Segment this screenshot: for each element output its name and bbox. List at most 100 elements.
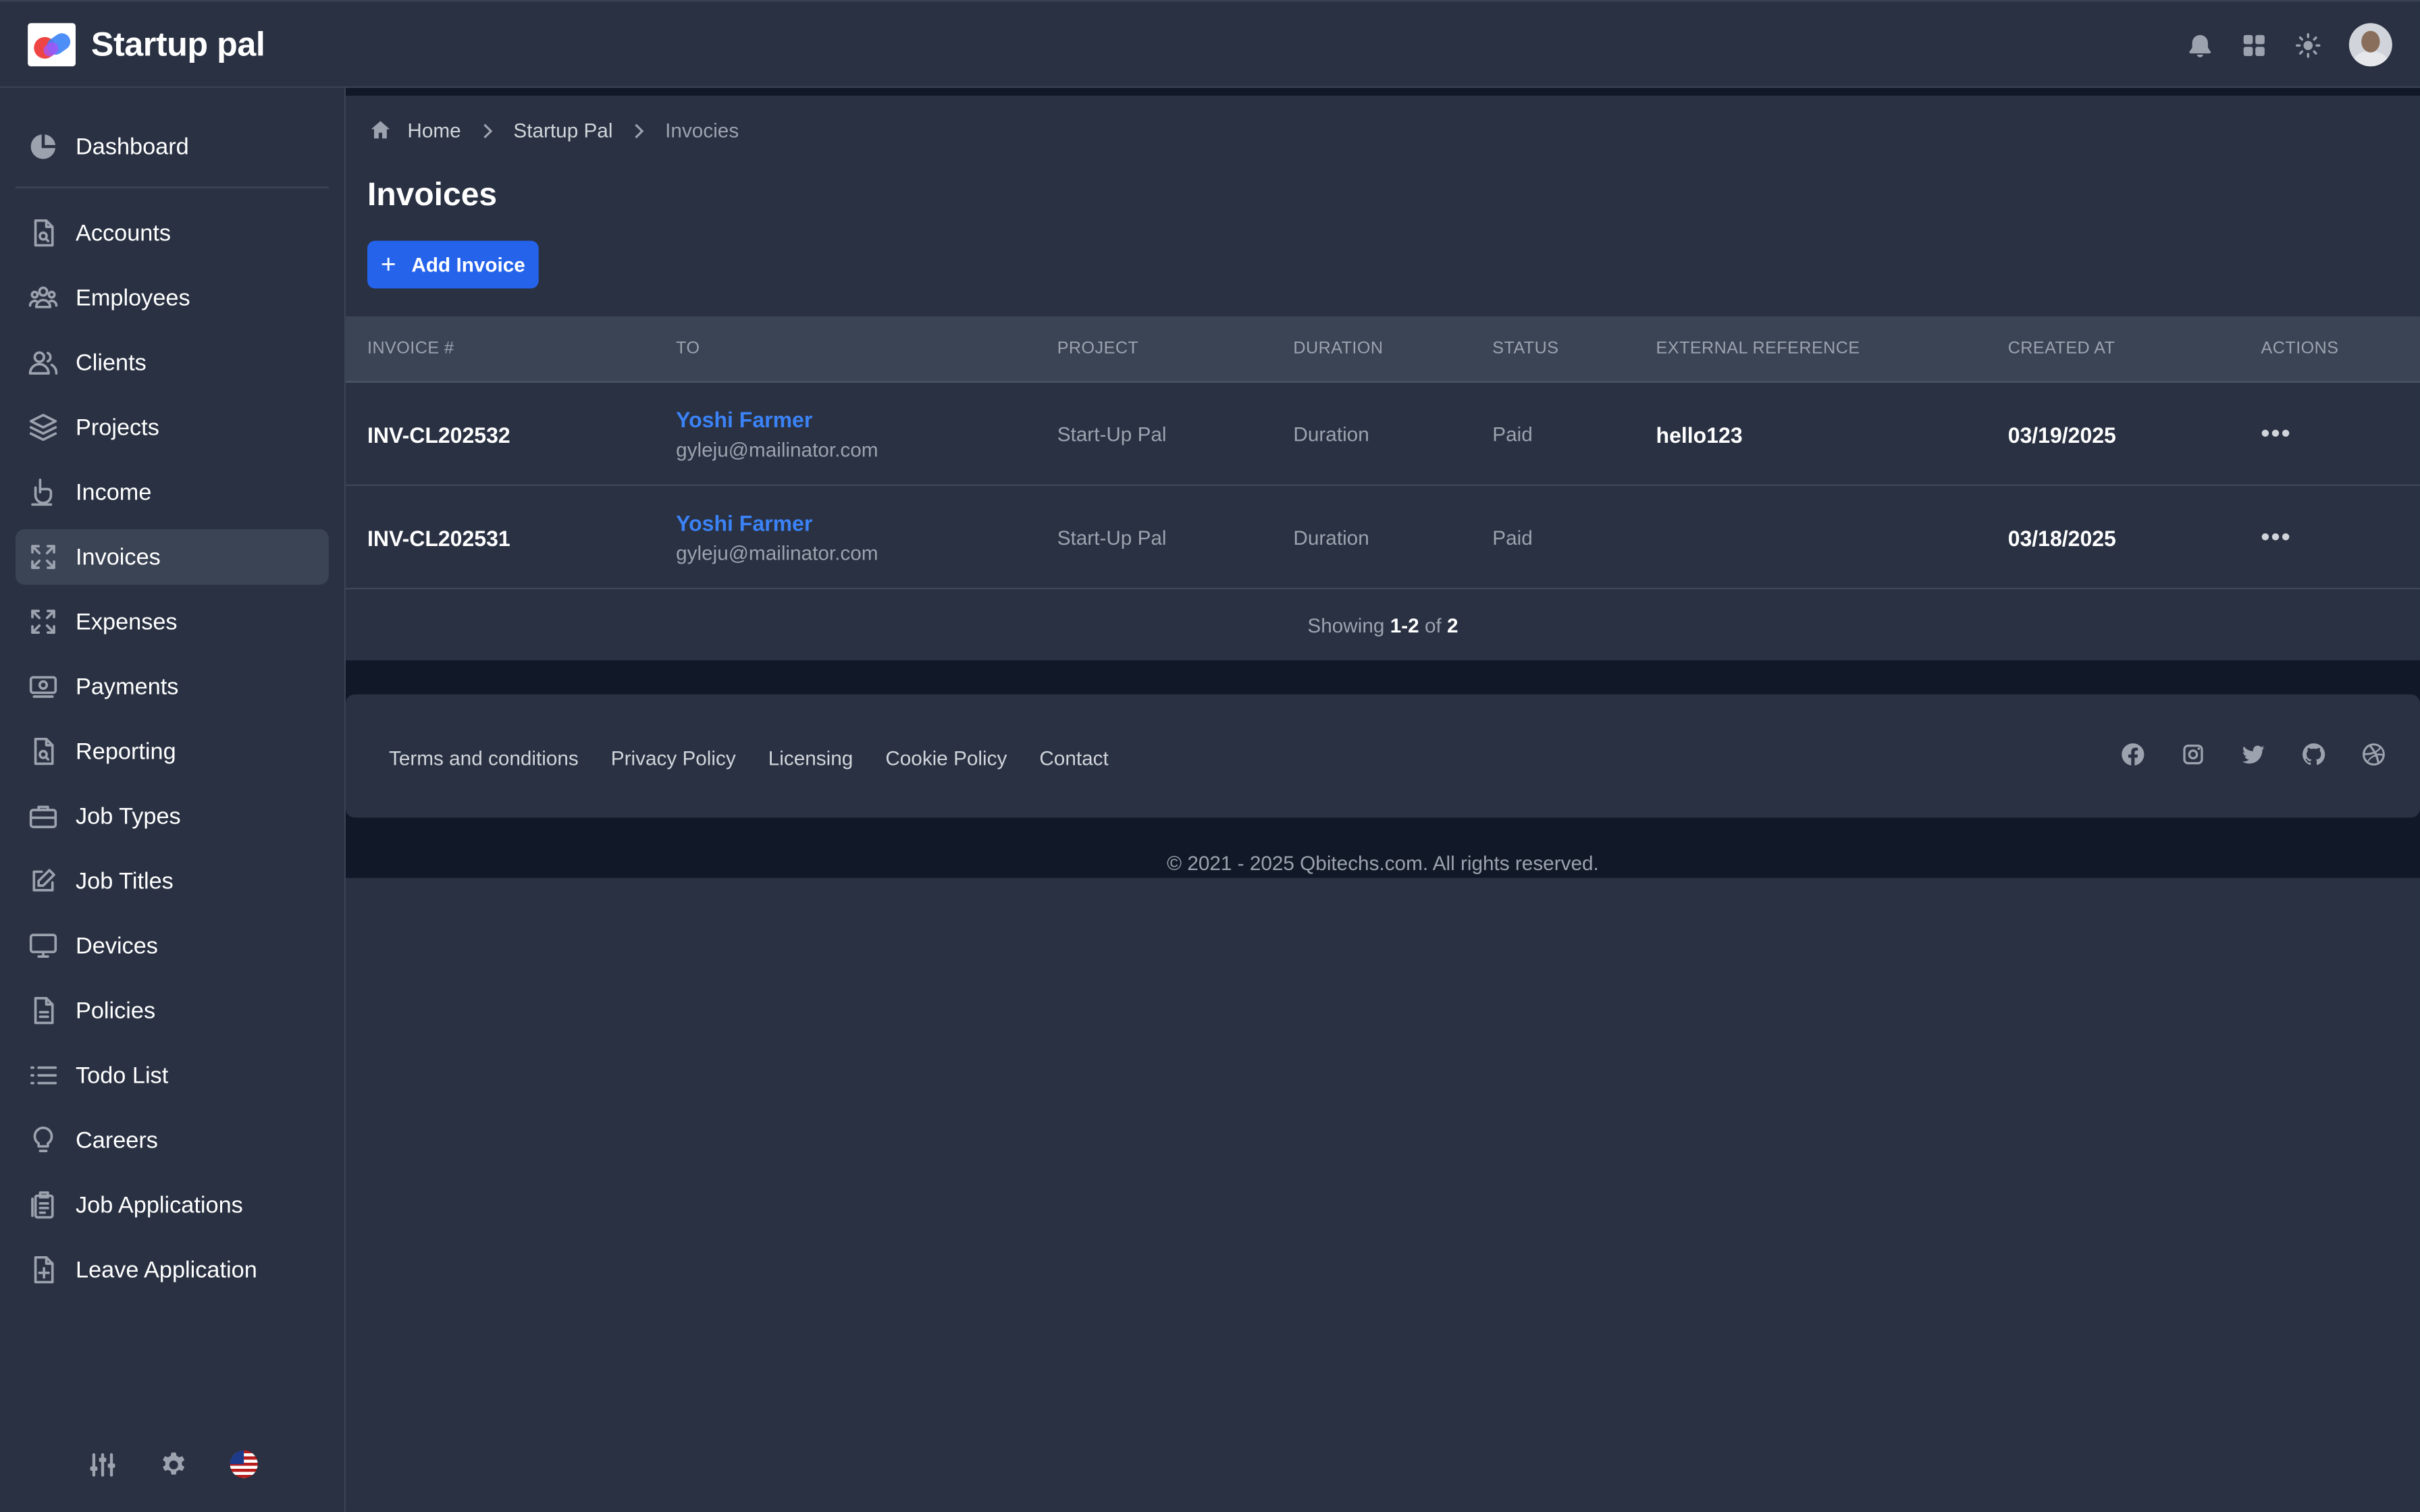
sidebar-item-policies[interactable]: Policies [16, 983, 329, 1038]
sidebar-item-job-applications[interactable]: Job Applications [16, 1177, 329, 1233]
invoice-number[interactable]: INV-CL202532 [367, 422, 510, 447]
document-search-icon [34, 219, 54, 247]
us-flag-icon[interactable] [227, 1447, 261, 1481]
client-email: gyleju@mailinator.com [676, 438, 878, 462]
column-header-status[interactable]: STATUS [1492, 340, 1558, 358]
pagination-summary: Showing 1-2 of 2 [1307, 614, 1458, 637]
social-links [2088, 742, 2390, 770]
user-avatar[interactable] [2348, 23, 2392, 67]
sliders-icon[interactable] [85, 1447, 119, 1481]
sidebar-item-leave-application[interactable]: Leave Application [16, 1242, 329, 1297]
cash-icon [29, 676, 57, 698]
sidebar-item-dashboard[interactable]: Dashboard [16, 119, 329, 174]
desktop-icon [29, 934, 57, 958]
status: Paid [1492, 423, 1533, 446]
gear-icon[interactable] [156, 1447, 190, 1481]
sidebar-item-reporting[interactable]: Reporting [16, 724, 329, 779]
column-header-duration[interactable]: DURATION [1293, 340, 1383, 358]
sidebar-nav: Dashboard Accounts Employees Clients Pro… [15, 119, 329, 1307]
table-row[interactable]: INV-CL202531 Yoshi Farmer gyleju@mailina… [345, 486, 2420, 590]
column-header-to[interactable]: TO [676, 340, 700, 358]
dribbble-icon[interactable] [2361, 742, 2389, 770]
sidebar-item-job-types[interactable]: Job Types [16, 788, 329, 844]
pie-chart-icon [30, 134, 56, 159]
project-name: Start-Up Pal [1057, 423, 1167, 446]
table-row[interactable]: INV-CL202532 Yoshi Farmer gyleju@mailina… [345, 383, 2420, 486]
sidebar-item-payments[interactable]: Payments [16, 659, 329, 714]
sidebar-item-projects[interactable]: Projects [16, 400, 329, 455]
users-icon [28, 286, 58, 308]
duration: Duration [1293, 526, 1369, 549]
top-bar: Startup pal [0, 0, 2420, 88]
client-name-link[interactable]: Yoshi Farmer [676, 511, 878, 536]
app-name: Startup pal [90, 24, 265, 63]
plus-icon: + [380, 250, 396, 279]
sidebar-item-invoices[interactable]: Invoices [15, 529, 329, 585]
breadcrumb-current: Invocies [665, 118, 739, 142]
page-title: Invoices [367, 177, 498, 213]
expand-arrows-icon [31, 610, 55, 634]
breadcrumb-startup-pal[interactable]: Startup Pal [513, 119, 612, 142]
column-header-project[interactable]: PROJECT [1057, 340, 1139, 358]
sidebar-item-income[interactable]: Income [16, 464, 329, 520]
sidebar-footer [0, 1447, 346, 1481]
sidebar-item-employees[interactable]: Employees [16, 270, 329, 325]
list-icon [30, 1066, 57, 1085]
sidebar-item-todo-list[interactable]: Todo List [16, 1048, 329, 1103]
chevron-right-icon [635, 123, 644, 138]
more-actions-icon[interactable]: ••• [2261, 524, 2292, 551]
instagram-icon[interactable] [2181, 742, 2209, 770]
apps-grid-icon[interactable] [2238, 29, 2269, 60]
bell-icon[interactable] [2184, 29, 2215, 60]
column-header-created-at[interactable]: CREATED AT [2008, 340, 2115, 358]
user-group-icon [28, 351, 58, 375]
duration: Duration [1293, 423, 1369, 446]
twitter-icon[interactable] [2241, 742, 2269, 770]
created-at: 03/18/2025 [2007, 525, 2116, 550]
footer-link-privacy[interactable]: Privacy Policy [611, 747, 736, 770]
client-name-link[interactable]: Yoshi Farmer [676, 407, 878, 432]
layers-icon [29, 414, 57, 441]
invoices-table: INVOICE # TO PROJECT DURATION STATUS EXT… [345, 316, 2420, 590]
document-search-icon [34, 738, 54, 765]
table-header: INVOICE # TO PROJECT DURATION STATUS EXT… [345, 316, 2420, 383]
add-invoice-label: Add Invoice [411, 252, 525, 277]
sidebar: Dashboard Accounts Employees Clients Pro… [0, 88, 346, 1512]
invoice-number[interactable]: INV-CL202531 [367, 525, 510, 550]
home-icon[interactable] [369, 119, 392, 142]
column-header-actions: ACTIONS [2261, 339, 2339, 358]
facebook-icon[interactable] [2121, 742, 2149, 770]
expand-arrows-icon [31, 545, 55, 569]
footer-links: Terms and conditions Privacy Policy Lice… [389, 747, 1141, 770]
external-reference: hello123 [1656, 422, 1743, 447]
breadcrumb-home[interactable]: Home [407, 119, 461, 142]
add-invoice-button[interactable]: + Add Invoice [367, 240, 539, 289]
hand-coin-icon [31, 479, 53, 506]
sidebar-item-careers[interactable]: Careers [16, 1112, 329, 1168]
main-content: Home Startup Pal Invocies Invoices + Add… [345, 88, 2420, 1512]
pencil-square-icon [32, 869, 55, 892]
sidebar-item-job-titles[interactable]: Job Titles [16, 853, 329, 909]
more-actions-icon[interactable]: ••• [2261, 421, 2292, 448]
sidebar-item-accounts[interactable]: Accounts [16, 205, 329, 261]
document-text-icon [34, 997, 54, 1025]
column-header-external-reference[interactable]: EXTERNAL REFERENCE [1656, 340, 1860, 358]
project-name: Start-Up Pal [1057, 526, 1167, 549]
github-icon[interactable] [2301, 742, 2329, 770]
footer: Terms and conditions Privacy Policy Lice… [345, 694, 2420, 818]
footer-link-terms[interactable]: Terms and conditions [389, 747, 579, 770]
copyright: © 2021 - 2025 Qbitechs.com. All rights r… [1167, 851, 1599, 875]
sidebar-item-clients[interactable]: Clients [16, 335, 329, 390]
sidebar-item-expenses[interactable]: Expenses [16, 594, 329, 649]
footer-link-contact[interactable]: Contact [1039, 747, 1108, 770]
client-email: gyleju@mailinator.com [676, 541, 878, 565]
column-header-invoice[interactable]: INVOICE # [367, 340, 454, 358]
sidebar-item-devices[interactable]: Devices [16, 918, 329, 973]
app-logo [28, 23, 76, 67]
sun-icon[interactable] [2292, 29, 2323, 60]
briefcase-icon [29, 805, 57, 828]
sidebar-divider [15, 186, 329, 188]
brand[interactable]: Startup pal [28, 23, 265, 67]
footer-link-licensing[interactable]: Licensing [768, 747, 853, 770]
footer-link-cookie[interactable]: Cookie Policy [885, 747, 1007, 770]
